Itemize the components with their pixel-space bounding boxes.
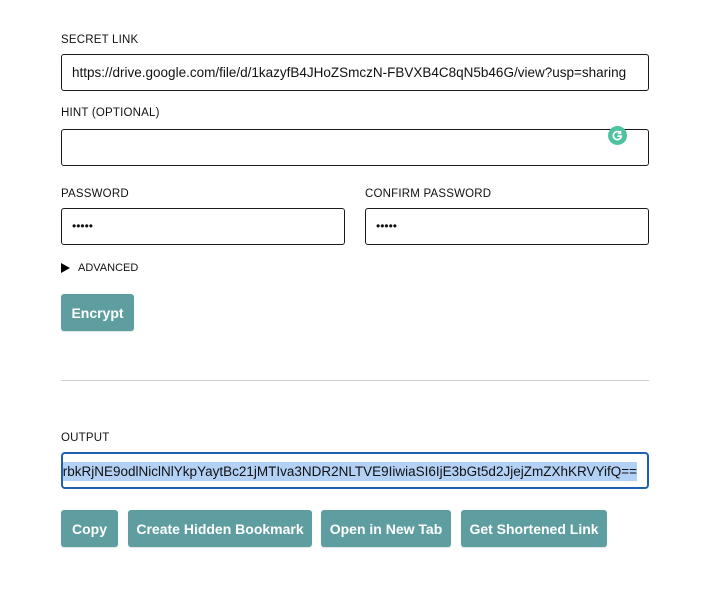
- advanced-label: ADVANCED: [78, 262, 139, 274]
- password-input[interactable]: •••••: [61, 208, 345, 245]
- create-hidden-bookmark-button[interactable]: Create Hidden Bookmark: [128, 510, 312, 547]
- advanced-toggle[interactable]: ADVANCED: [61, 262, 138, 274]
- hint-label-optional: (OPTIONAL): [91, 107, 160, 119]
- output-field[interactable]: rbkRjNE9odlNiclNlYkpYaytBc21jMTIva3NDR2N…: [61, 452, 649, 489]
- hint-label-main: HINT: [61, 107, 92, 119]
- confirm-password-label: CONFIRM PASSWORD: [365, 188, 492, 200]
- encrypt-form: SECRET LINK https://drive.google.com/fil…: [0, 0, 728, 597]
- get-shortened-link-button[interactable]: Get Shortened Link: [461, 510, 607, 547]
- encrypt-button[interactable]: Encrypt: [61, 294, 134, 331]
- copy-button[interactable]: Copy: [61, 510, 118, 547]
- output-label: OUTPUT: [61, 432, 110, 444]
- disclosure-triangle-icon: [61, 263, 70, 273]
- hint-label: HINT (OPTIONAL): [61, 107, 160, 119]
- password-label: PASSWORD: [61, 188, 129, 200]
- secret-link-input[interactable]: https://drive.google.com/file/d/1kazyfB4…: [61, 54, 649, 91]
- section-divider: [61, 380, 649, 381]
- open-in-new-tab-button[interactable]: Open in New Tab: [321, 510, 451, 547]
- grammarly-g-glyph: [612, 130, 623, 141]
- confirm-password-input[interactable]: •••••: [365, 208, 649, 245]
- grammarly-icon[interactable]: [608, 126, 627, 145]
- output-value: rbkRjNE9odlNiclNlYkpYaytBc21jMTIva3NDR2N…: [62, 462, 637, 481]
- hint-input[interactable]: [61, 129, 649, 166]
- secret-link-label: SECRET LINK: [61, 34, 139, 46]
